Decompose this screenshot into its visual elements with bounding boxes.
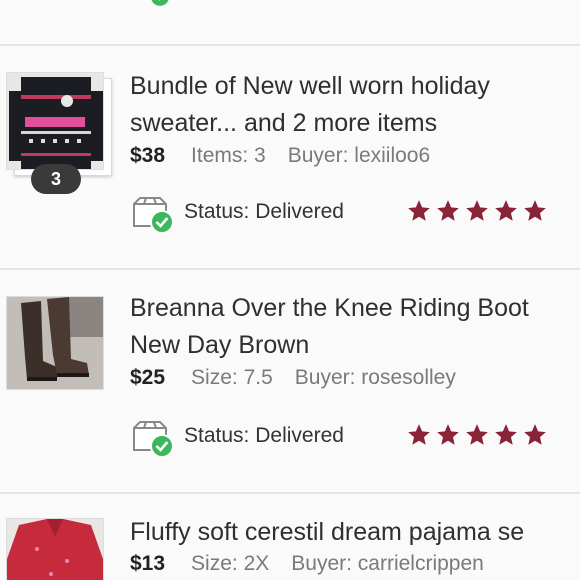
previous-row-check-icon <box>148 0 172 10</box>
package-delivered-icon <box>130 418 176 460</box>
item-title[interactable]: Bundle of New well worn holiday sweater.… <box>130 68 580 142</box>
package-delivered-icon <box>130 194 176 236</box>
star-icon <box>466 424 488 445</box>
pajama-photo[interactable] <box>6 518 104 580</box>
order-meta: $13 Size: 2X Buyer: carrielcrippen <box>130 552 506 576</box>
star-icon <box>495 424 517 445</box>
star-icon <box>466 200 488 221</box>
price: $25 <box>130 366 166 389</box>
status-label: Status: <box>184 424 250 447</box>
star-icon <box>524 424 546 445</box>
status-value: Delivered <box>255 200 344 223</box>
status-label: Status: <box>184 200 250 223</box>
order-status: Status: Delivered <box>130 194 560 234</box>
star-icon <box>437 200 459 221</box>
star-icon <box>408 200 430 221</box>
order-row[interactable]: Fluffy soft cerestil dream pajama se $13… <box>0 494 580 580</box>
order-meta: $38 Items: 3 Buyer: lexiiloo6 <box>130 144 452 168</box>
order-row[interactable]: 3 Bundle of New well worn holiday sweate… <box>0 46 580 268</box>
buyer: Buyer: lexiiloo6 <box>287 144 431 167</box>
order-status: Status: Delivered <box>130 418 560 458</box>
status-value: Delivered <box>255 424 344 447</box>
buyer: Buyer: carrielcrippen <box>291 552 484 575</box>
star-icon <box>408 424 430 445</box>
price: $38 <box>130 144 166 167</box>
sweater-photo[interactable] <box>6 72 104 170</box>
item-size: Size: 7.5 <box>191 366 273 389</box>
star-icon <box>495 200 517 221</box>
buyer: Buyer: rosesolley <box>294 366 456 389</box>
price: $13 <box>130 552 166 575</box>
item-count: Items: 3 <box>191 144 266 167</box>
star-icon <box>437 424 459 445</box>
rating-stars <box>406 198 551 226</box>
rating-stars <box>406 422 551 450</box>
item-size: Size: 2X <box>191 552 270 575</box>
order-row[interactable]: Breanna Over the Knee Riding Boot New Da… <box>0 270 580 492</box>
item-title[interactable]: Breanna Over the Knee Riding Boot New Da… <box>130 290 580 364</box>
star-icon <box>524 200 546 221</box>
order-meta: $25 Size: 7.5 Buyer: rosesolley <box>130 366 478 390</box>
item-title[interactable]: Fluffy soft cerestil dream pajama se <box>130 514 580 551</box>
bundle-count-badge: 3 <box>31 164 81 194</box>
boots-photo[interactable] <box>6 296 104 390</box>
